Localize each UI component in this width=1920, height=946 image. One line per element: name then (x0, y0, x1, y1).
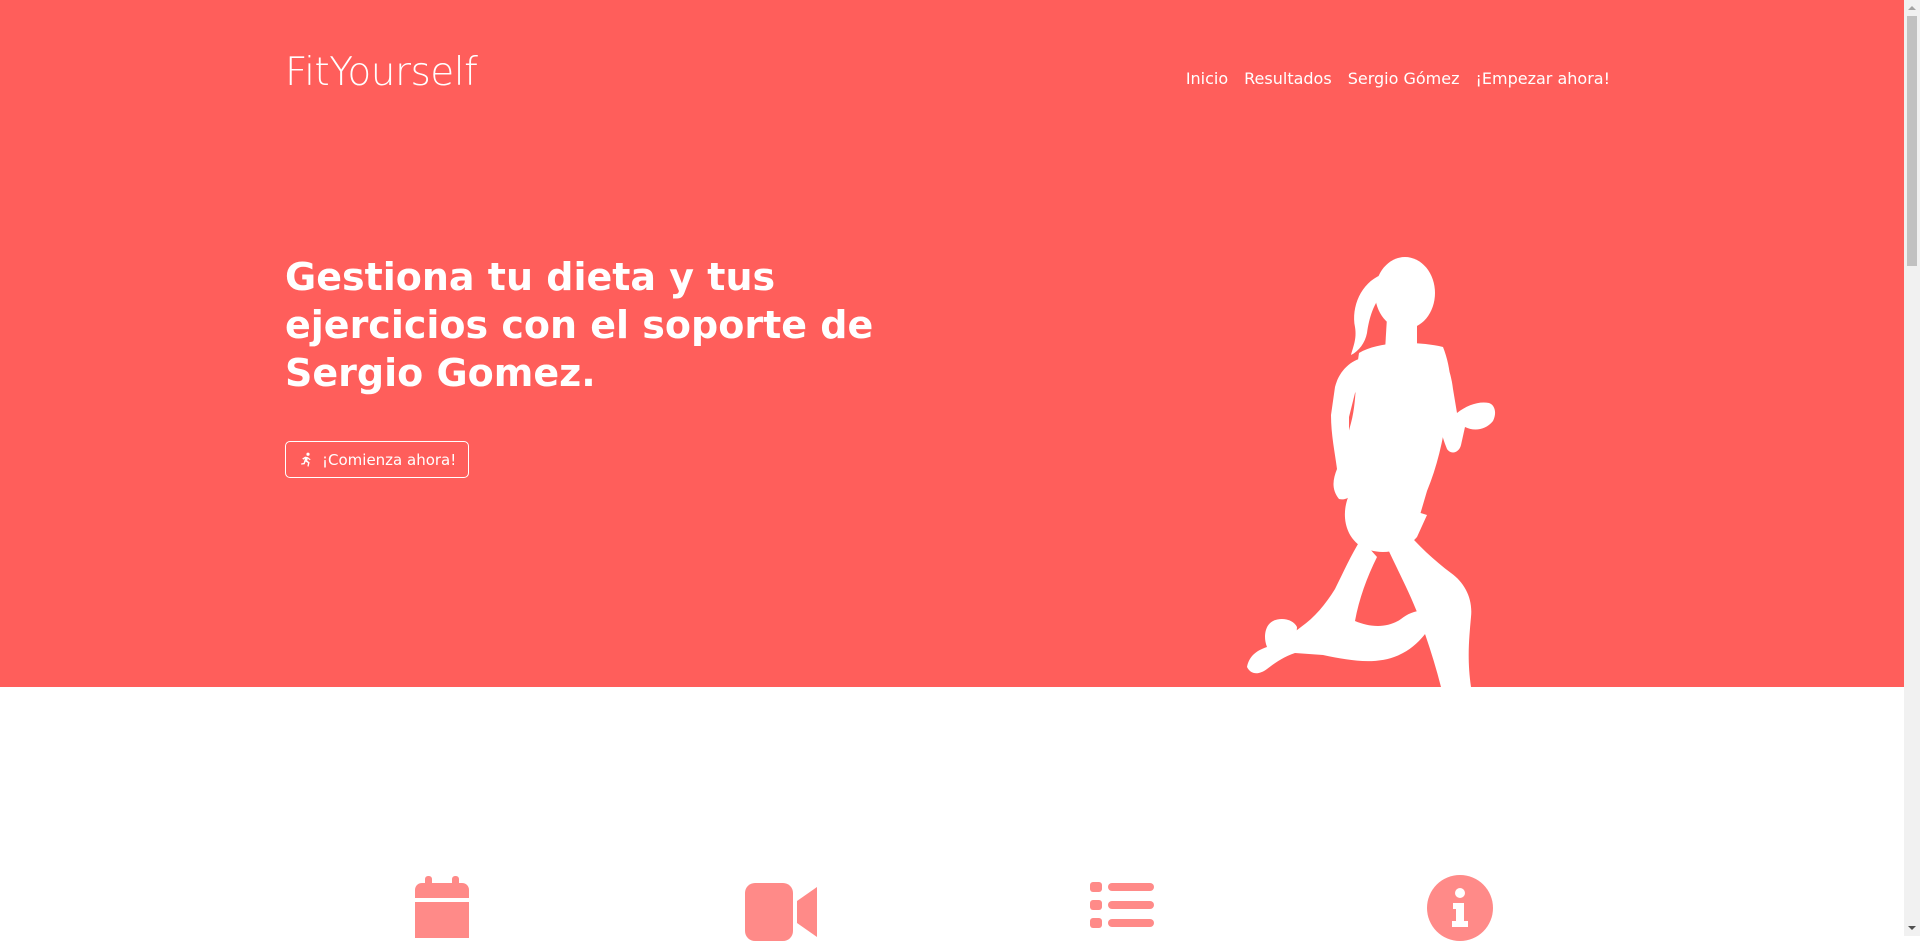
calendar-icon (413, 876, 471, 942)
features-section (0, 687, 1904, 941)
info-circle-icon (1427, 875, 1493, 945)
nav-item-sergio-gomez: Sergio Gómez (1348, 68, 1460, 90)
scroll-down-arrow-icon[interactable] (1904, 920, 1920, 936)
nav-link-resultados[interactable]: Resultados (1244, 68, 1332, 90)
page-scrollbar[interactable] (1904, 0, 1920, 936)
hero-headline: Gestiona tu dieta y tus ejercicios con e… (285, 255, 874, 395)
nav-item-resultados: Resultados (1244, 68, 1332, 90)
start-now-label: ¡Comienza ahora! (322, 450, 457, 469)
nav-link-sergio-gomez[interactable]: Sergio Gómez (1348, 68, 1460, 90)
scrollbar-thumb[interactable] (1907, 16, 1917, 266)
nav-link-inicio[interactable]: Inicio (1186, 68, 1228, 90)
list-icon (1090, 882, 1154, 946)
runner-silhouette-image (1247, 257, 1496, 687)
running-icon (298, 452, 314, 468)
main-nav: Inicio Resultados Sergio Gómez ¡Empezar … (1186, 68, 1610, 90)
nav-item-empezar-ahora: ¡Empezar ahora! (1475, 68, 1610, 90)
hero-section: FitYourself Inicio Resultados Sergio Góm… (0, 0, 1904, 687)
brand-logo[interactable]: FitYourself (285, 50, 478, 97)
nav-link-empezar-ahora[interactable]: ¡Empezar ahora! (1475, 68, 1610, 90)
nav-item-inicio: Inicio (1186, 68, 1228, 90)
scroll-up-arrow-icon[interactable] (1904, 0, 1920, 16)
start-now-button[interactable]: ¡Comienza ahora! (285, 441, 470, 478)
